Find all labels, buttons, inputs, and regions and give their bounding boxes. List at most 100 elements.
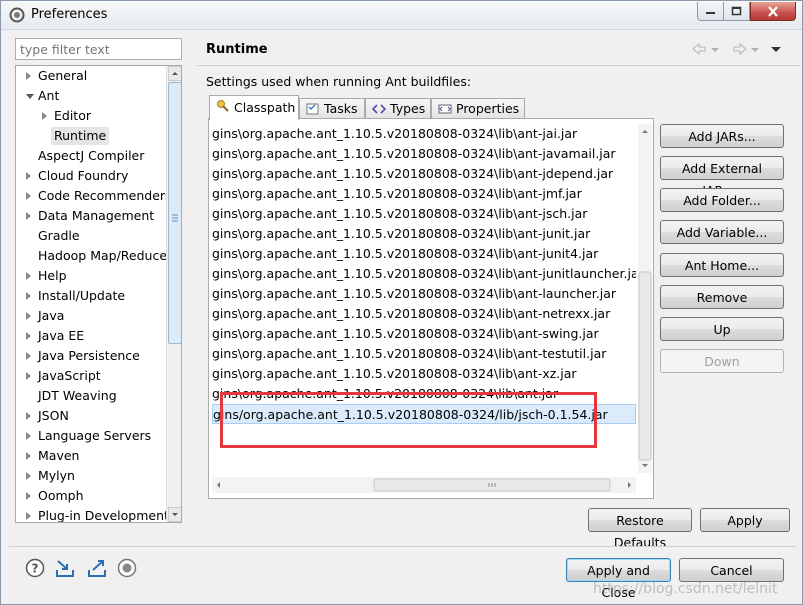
classpath-entry[interactable]: gins\org.apache.ant_1.10.5.v20180808-032… (212, 324, 636, 344)
expand-right-icon[interactable] (26, 492, 31, 500)
classpath-entry[interactable]: gins\org.apache.ant_1.10.5.v20180808-032… (212, 244, 636, 264)
expand-right-icon[interactable] (26, 192, 31, 200)
expand-right-icon[interactable] (26, 432, 31, 440)
expand-right-icon[interactable] (26, 72, 31, 80)
classpath-horizontal-scrollbar[interactable] (212, 477, 636, 493)
tab-tasks[interactable]: Tasks (299, 98, 365, 119)
classpath-entry[interactable]: gins\org.apache.ant_1.10.5.v20180808-032… (212, 364, 636, 384)
tree-item-jdt-weaving[interactable]: JDT Weaving (16, 387, 164, 405)
tree-item-ant[interactable]: Ant (16, 87, 164, 105)
tab-classpath[interactable]: Classpath (209, 95, 299, 120)
classpath-entry[interactable]: gins\org.apache.ant_1.10.5.v20180808-032… (212, 284, 636, 304)
ant-home-button[interactable]: Ant Home... (660, 253, 784, 277)
expand-right-icon[interactable] (26, 512, 31, 520)
classpath-entry[interactable]: gins\org.apache.ant_1.10.5.v20180808-032… (212, 144, 636, 164)
tree-item-cloud-foundry[interactable]: Cloud Foundry (16, 167, 164, 185)
tree-item-label: Oomph (38, 488, 84, 503)
import-icon[interactable] (55, 558, 75, 578)
record-icon[interactable] (117, 558, 137, 578)
expand-right-icon[interactable] (26, 452, 31, 460)
classpath-entry[interactable]: gins\org.apache.ant_1.10.5.v20180808-032… (212, 304, 636, 324)
tree-item-javascript[interactable]: JavaScript (16, 367, 164, 385)
add-variable-button[interactable]: Add Variable... (660, 220, 784, 244)
expand-right-icon[interactable] (26, 372, 31, 380)
minimize-button[interactable] (697, 2, 724, 21)
classpath-entry[interactable]: gins\org.apache.ant_1.10.5.v20180808-032… (212, 384, 636, 404)
back-icon[interactable] (692, 42, 706, 56)
classpath-entry[interactable]: gins\org.apache.ant_1.10.5.v20180808-032… (212, 204, 636, 224)
maximize-button[interactable] (723, 2, 750, 21)
export-icon[interactable] (87, 558, 107, 578)
tree-item-language-servers[interactable]: Language Servers (16, 427, 164, 445)
expand-right-icon[interactable] (26, 212, 31, 220)
maximize-icon (731, 6, 742, 16)
classpath-list[interactable]: gins\org.apache.ant_1.10.5.v20180808-032… (212, 124, 636, 476)
add-external-jars-button[interactable]: Add External JARs... (660, 156, 784, 198)
classpath-entry[interactable]: gins\org.apache.ant_1.10.5.v20180808-032… (212, 124, 636, 144)
tree-item-data-management[interactable]: Data Management (16, 207, 164, 225)
tree-item-label: Help (38, 268, 67, 283)
cancel-button[interactable]: Cancel (679, 558, 784, 582)
expand-right-icon[interactable] (26, 472, 31, 480)
tree-item-java-ee[interactable]: Java EE (16, 327, 164, 345)
expand-right-icon[interactable] (42, 112, 47, 120)
tab-types[interactable]: Types (365, 98, 431, 119)
tree-item-json[interactable]: JSON (16, 407, 164, 425)
close-window-button[interactable] (750, 2, 796, 21)
tree-item-gradle[interactable]: Gradle (16, 227, 164, 245)
expand-down-icon[interactable] (26, 94, 34, 99)
classpath-vertical-scrollbar[interactable] (638, 124, 652, 473)
tree-item-label: Install/Update (38, 288, 126, 303)
classpath-entry[interactable]: gins/org.apache.ant_1.10.5.v20180808-032… (212, 404, 636, 424)
filter-input[interactable] (15, 38, 182, 60)
scroll-up-button[interactable] (168, 66, 181, 81)
add-jars-button[interactable]: Add JARs... (660, 124, 784, 148)
tree-item-help[interactable]: Help (16, 267, 164, 285)
add-folder-button[interactable]: Add Folder... (660, 188, 784, 212)
apply-button[interactable]: Apply (700, 508, 790, 532)
watermark: https://blog.csdn.net/lelnit (593, 581, 778, 597)
classpath-entry[interactable]: gins\org.apache.ant_1.10.5.v20180808-032… (212, 224, 636, 244)
tree-item-plug-in-development[interactable]: Plug-in Development (16, 507, 169, 522)
tree-item-label: JSON (38, 408, 69, 423)
expand-right-icon[interactable] (26, 332, 31, 340)
classpath-entry[interactable]: gins\org.apache.ant_1.10.5.v20180808-032… (212, 264, 636, 284)
expand-right-icon[interactable] (26, 292, 31, 300)
tab-properties[interactable]: Properties (431, 98, 525, 119)
expand-right-icon[interactable] (26, 272, 31, 280)
forward-icon[interactable] (733, 42, 747, 56)
view-menu-icon[interactable] (771, 47, 781, 52)
tree-item-aspectj-compiler[interactable]: AspectJ Compiler (16, 147, 164, 165)
apply-and-close-button[interactable]: Apply and Close (566, 558, 671, 600)
tree-item-install-update[interactable]: Install/Update (16, 287, 164, 305)
tree-scrollbar[interactable] (166, 66, 181, 522)
expand-right-icon[interactable] (26, 312, 31, 320)
tree-item-code-recommenders[interactable]: Code Recommenders (16, 187, 172, 205)
classpath-entry[interactable]: gins\org.apache.ant_1.10.5.v20180808-032… (212, 164, 636, 184)
tree-item-mylyn[interactable]: Mylyn (16, 467, 164, 485)
tree-item-label: Maven (38, 448, 80, 463)
tree-item-runtime[interactable]: Runtime (16, 127, 164, 145)
chevron-down-icon[interactable] (751, 48, 759, 52)
classpath-entry[interactable]: gins\org.apache.ant_1.10.5.v20180808-032… (212, 344, 636, 364)
help-icon[interactable]: ? (25, 558, 45, 578)
tree-item-general[interactable]: General (16, 67, 164, 85)
tree-item-hadoop-map-reduce[interactable]: Hadoop Map/Reduce (16, 247, 167, 265)
tree-item-java-persistence[interactable]: Java Persistence (16, 347, 164, 365)
expand-right-icon[interactable] (26, 412, 31, 420)
expand-right-icon[interactable] (26, 172, 31, 180)
scroll-thumb[interactable] (168, 82, 181, 344)
classpath-entry[interactable]: gins\org.apache.ant_1.10.5.v20180808-032… (212, 184, 636, 204)
chevron-down-icon[interactable] (711, 48, 719, 52)
remove-button[interactable]: Remove (660, 285, 784, 309)
expand-right-icon[interactable] (26, 352, 31, 360)
tree-item-maven[interactable]: Maven (16, 447, 164, 465)
down-button[interactable]: Down (660, 349, 784, 373)
up-button[interactable]: Up (660, 317, 784, 341)
tree-item-java[interactable]: Java (16, 307, 164, 325)
tree-item-oomph[interactable]: Oomph (16, 487, 164, 505)
tree-item-editor[interactable]: Editor (16, 107, 164, 125)
tree-item-label: Java EE (38, 328, 85, 343)
scroll-down-button[interactable] (168, 507, 181, 522)
restore-defaults-button[interactable]: Restore Defaults (588, 508, 692, 550)
